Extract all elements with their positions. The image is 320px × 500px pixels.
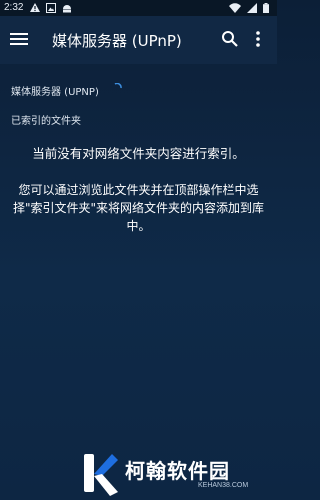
status-time: 2:32 (4, 2, 24, 13)
search-button[interactable] (221, 30, 239, 48)
android-icon (63, 5, 72, 13)
loading-spinner-icon (114, 83, 122, 89)
watermark-text: 柯翰软件园 (125, 459, 230, 483)
empty-message: 当前没有对网络文件夹内容进行索引。 (32, 146, 245, 161)
hint-message: 您可以通过浏览此文件夹并在顶部操作栏中选择"索引文件夹"来将网络文件夹的内容添加… (12, 183, 265, 233)
app-bar: 媒体服务器 (UPnP) (0, 16, 277, 64)
image-icon (46, 3, 57, 13)
menu-button[interactable] (10, 31, 28, 47)
search-icon (222, 31, 238, 47)
wifi-icon (228, 3, 241, 13)
more-vert-icon (256, 31, 260, 47)
server-label: 媒体服务器 (UPNP) (11, 87, 99, 98)
kehan-logo-icon (84, 454, 118, 496)
watermark-subtext: KEHAN38.COM (198, 482, 249, 489)
indexed-folders-header: 已索引的文件夹 (11, 116, 81, 127)
menu-icon (10, 33, 28, 45)
warning-icon (30, 3, 40, 12)
more-options-button[interactable] (253, 29, 263, 49)
status-bar: 2:32 (0, 0, 277, 16)
page-title: 媒体服务器 (UPnP) (52, 32, 182, 50)
battery-icon (263, 3, 269, 13)
signal-icon (246, 3, 257, 13)
watermark-logo: 柯翰软件园 KEHAN38.COM (80, 452, 270, 496)
